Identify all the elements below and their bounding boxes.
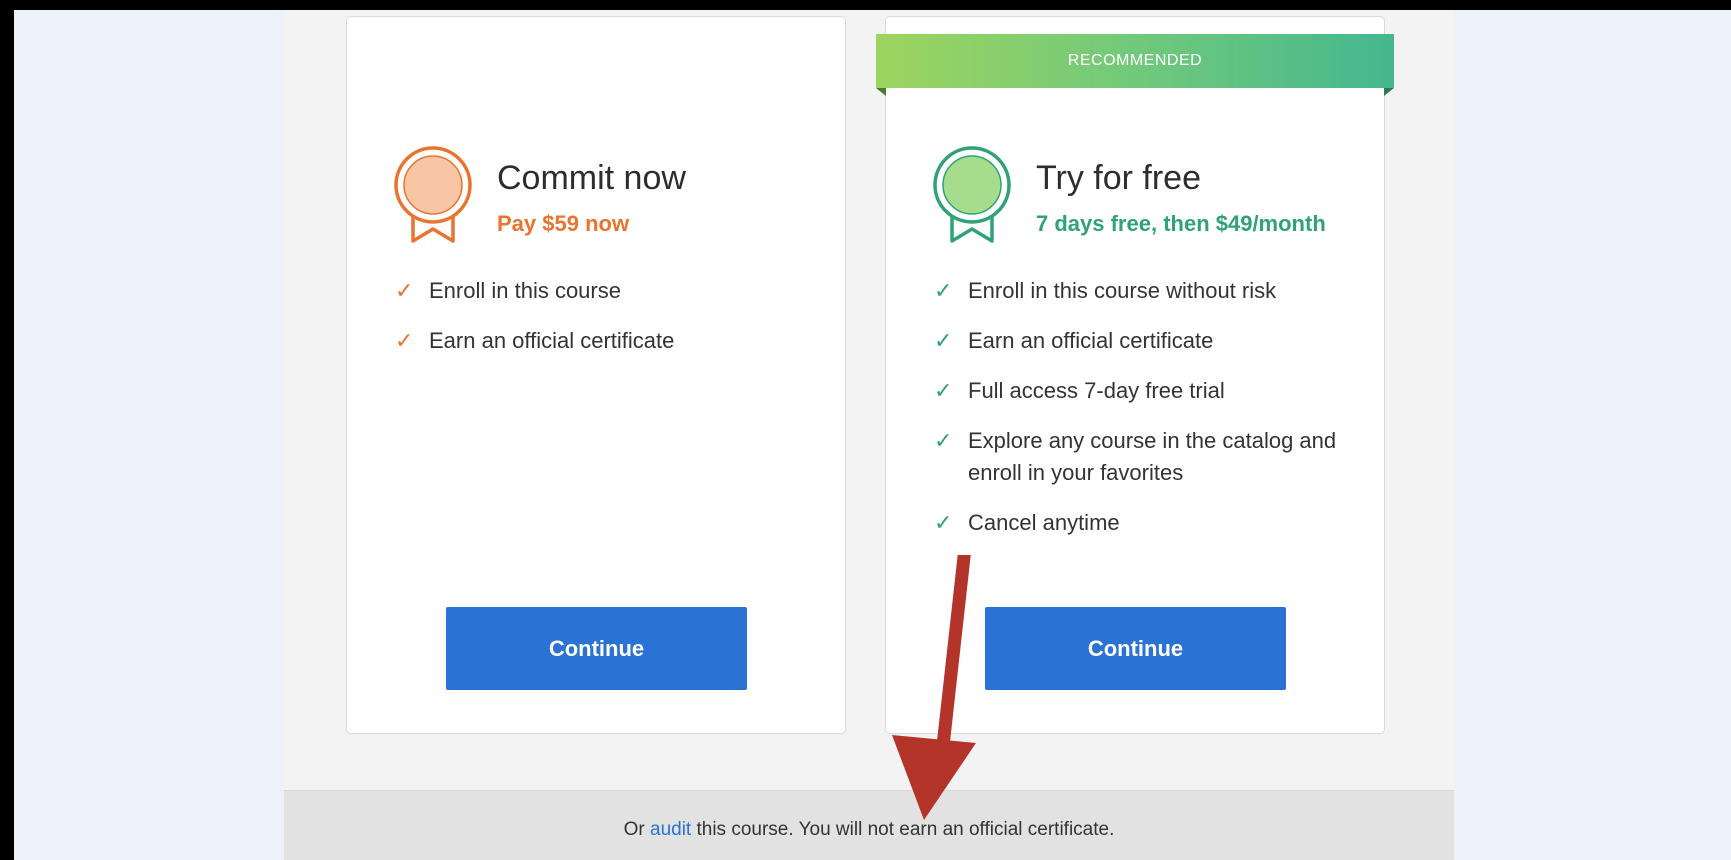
check-icon: ✓ (395, 278, 414, 303)
trial-plan-title: Try for free (1036, 159, 1201, 197)
audit-message: Or audit this course. You will not earn … (284, 819, 1454, 841)
feature-label: Earn an official certificate (429, 328, 675, 353)
feature-label: Explore any course in the catalog and en… (968, 428, 1337, 485)
feature-label: Enroll in this course (429, 278, 621, 303)
feature-item: ✓ Explore any course in the catalog and e… (932, 425, 1372, 489)
screenshot-frame: Commit now Pay $59 now ✓ Enroll in this c… (14, 10, 1731, 860)
ribbon-fold (876, 88, 886, 96)
commit-plan-title: Commit now (497, 159, 686, 197)
check-icon: ✓ (934, 510, 953, 535)
feature-label: Earn an official certificate (968, 328, 1214, 353)
commit-plan-card: Commit now Pay $59 now ✓ Enroll in this c… (346, 16, 846, 734)
trial-plan-price: 7 days free, then $49/month (1036, 211, 1326, 236)
feature-label: Full access 7-day free trial (968, 378, 1225, 403)
trial-feature-list: ✓ Enroll in this course without risk ✓ Ear… (932, 275, 1372, 557)
feature-item: ✓ Enroll in this course without risk (932, 275, 1372, 307)
feature-item: ✓ Earn an official certificate (932, 325, 1372, 357)
ribbon-fold (1384, 88, 1394, 96)
commit-feature-list: ✓ Enroll in this course ✓ Earn an official… (393, 275, 833, 375)
audit-prefix: Or (623, 819, 650, 840)
check-icon: ✓ (934, 278, 953, 303)
feature-item: ✓ Cancel anytime (932, 507, 1372, 539)
feature-item: ✓ Enroll in this course (393, 275, 833, 307)
enrollment-options-modal: Commit now Pay $59 now ✓ Enroll in this c… (284, 10, 1454, 860)
commit-plan-price: Pay $59 now (497, 211, 630, 236)
green-medal-icon (933, 146, 1011, 243)
audit-link[interactable]: audit (650, 819, 691, 840)
check-icon: ✓ (934, 378, 953, 403)
orange-medal-icon (394, 146, 472, 243)
red-arrow-icon (892, 555, 976, 820)
recommended-ribbon: RECOMMENDED (876, 34, 1394, 88)
feature-label: Enroll in this course without risk (968, 278, 1277, 303)
feature-item: ✓ Earn an official certificate (393, 325, 833, 357)
check-icon: ✓ (934, 428, 953, 453)
check-icon: ✓ (934, 328, 953, 353)
trial-continue-button[interactable]: Continue (985, 607, 1286, 690)
audit-option-bar: Or audit this course. You will not earn … (284, 790, 1454, 860)
check-icon: ✓ (395, 328, 414, 353)
feature-label: Cancel anytime (968, 510, 1120, 535)
feature-item: ✓ Full access 7-day free trial (932, 375, 1372, 407)
commit-continue-button[interactable]: Continue (446, 607, 747, 690)
